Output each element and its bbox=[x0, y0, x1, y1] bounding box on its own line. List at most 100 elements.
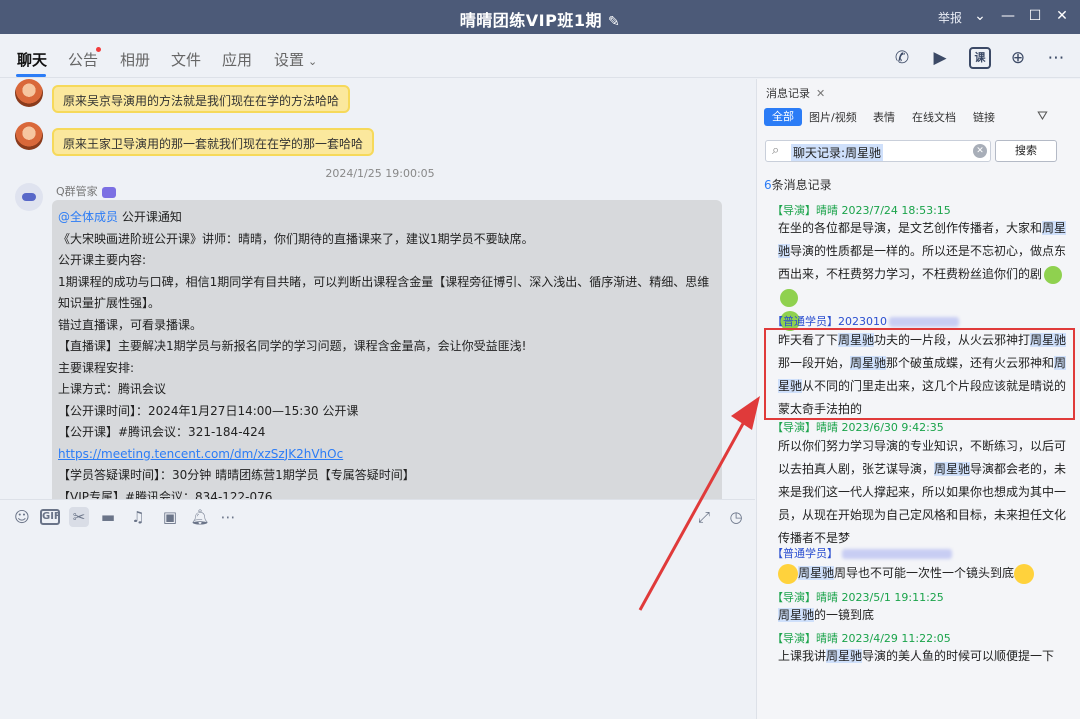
notice-line: 【直播课】主要解决1期学员与新报名同学的学习问题，课程含金量高，会让你受益匪浅! bbox=[58, 339, 527, 353]
notice-line: 1期课程的成功与口碑，相信1期同学有目共睹，可以判断出课程含金量【课程旁征博引、… bbox=[58, 274, 710, 311]
search-query: 聊天记录:周星驰 bbox=[791, 144, 884, 161]
chat-messages[interactable]: 原来吴京导演用的方法就是我们现在在学的方法哈哈 原来王家卫导演用的那一套就我们现… bbox=[0, 79, 755, 499]
notice-line: 【学员答疑课时间】：30分钟 晴晴团练营1期学员【专属答疑时间】 bbox=[58, 468, 415, 482]
filter-media[interactable]: 图片/视频 bbox=[809, 109, 857, 125]
tab-settings[interactable]: 设置 ⌄ bbox=[274, 49, 317, 70]
message-timestamp: 2024/1/25 19:00:05 bbox=[325, 167, 435, 180]
record-text[interactable]: 上课我讲周星驰导演的美人鱼的时候可以顺便提一下 bbox=[778, 645, 1074, 668]
keyword-highlight: 周星驰 bbox=[798, 566, 835, 580]
record-header: 【普通学员】 bbox=[772, 545, 952, 561]
expand-icon[interactable]: ⤢ bbox=[694, 507, 714, 527]
sticker-icon bbox=[1044, 265, 1063, 284]
keyword-highlight: 周星驰 bbox=[778, 608, 815, 622]
filter-docs[interactable]: 在线文档 bbox=[912, 109, 956, 125]
tab-bar: 聊天 公告 相册 文件 应用 设置 ⌄ ✆ ▶ 课 ⊕ ⋯ bbox=[0, 34, 1080, 78]
image-icon[interactable]: ▣ bbox=[160, 507, 180, 527]
sender-label: Q群管家 bbox=[56, 185, 98, 198]
folder-icon[interactable]: ▬ bbox=[98, 507, 118, 527]
gif-icon[interactable]: GIF bbox=[40, 509, 61, 525]
minimize-icon[interactable]: — bbox=[998, 6, 1018, 26]
input-toolbar: ☺ GIF ✂ ▬ ♫ ▣ 🔔︎ ⋯ ⤢ ◷ bbox=[0, 499, 755, 533]
history-clock-icon[interactable]: ◷ bbox=[726, 507, 746, 527]
meeting-link[interactable]: https://meeting.tencent.com/dm/xzSzJK2hV… bbox=[58, 447, 343, 461]
mention-all[interactable]: @全体成员 bbox=[58, 210, 118, 224]
close-icon[interactable]: ✕ bbox=[816, 87, 825, 100]
more-tools-icon[interactable]: ⋯ bbox=[218, 507, 238, 527]
tab-files[interactable]: 文件 bbox=[171, 49, 201, 70]
result-count-number: 6 bbox=[764, 178, 772, 192]
report-button[interactable]: 举报 bbox=[938, 9, 962, 26]
avatar[interactable] bbox=[15, 79, 43, 107]
tab-apps[interactable]: 应用 bbox=[222, 49, 252, 70]
notice-line: 错过直播课，可看录播课。 bbox=[58, 317, 203, 332]
history-tab-label: 消息记录 bbox=[766, 87, 810, 100]
record-text[interactable]: 周星驰的一镜到底 bbox=[778, 604, 1074, 627]
bot-avatar[interactable] bbox=[15, 183, 43, 211]
notice-line: 公开课主要内容: bbox=[58, 253, 147, 267]
add-icon[interactable]: ⊕ bbox=[1007, 47, 1029, 69]
music-icon[interactable]: ♫ bbox=[128, 507, 148, 527]
record-header: 【普通学员】2023010 bbox=[772, 313, 959, 329]
scissors-icon[interactable]: ✂ bbox=[69, 507, 89, 527]
video-call-icon[interactable]: ▶ bbox=[929, 47, 951, 69]
keyword-highlight: 周星驰 bbox=[934, 462, 971, 476]
more-icon[interactable]: ⋯ bbox=[1045, 47, 1067, 69]
bot-badge-icon bbox=[101, 186, 116, 198]
result-count-text: 条消息记录 bbox=[771, 178, 832, 192]
phone-call-icon[interactable]: ✆ bbox=[891, 47, 913, 69]
result-count: 6条消息记录 bbox=[764, 176, 832, 193]
record-text-segment: 上课我讲 bbox=[778, 649, 827, 663]
sticker-icon bbox=[778, 563, 798, 584]
filter-links[interactable]: 链接 bbox=[973, 109, 995, 125]
message-bubble[interactable]: 原来吴京导演用的方法就是我们现在在学的方法哈哈 bbox=[52, 85, 351, 113]
record-header: 【导演】晴晴 2023/7/24 18:53:15 bbox=[772, 204, 951, 217]
notice-line: 主要课程安排: bbox=[58, 360, 135, 375]
message-bubble[interactable]: 原来王家卫导演用的那一套就我们现在在学的那一套哈哈 bbox=[52, 128, 375, 156]
lesson-button[interactable]: 课 bbox=[969, 47, 991, 69]
message-input[interactable] bbox=[0, 533, 755, 719]
window-title: 晴晴团练VIP班1期 ✎ bbox=[0, 7, 1080, 31]
record-header-text: 【普通学员】2023010 bbox=[772, 315, 887, 328]
close-icon[interactable]: ✕ bbox=[1052, 6, 1072, 26]
clear-icon[interactable]: ✕ bbox=[973, 144, 987, 158]
record-header-text: 【普通学员】 bbox=[772, 547, 838, 560]
tab-chat[interactable]: 聊天 bbox=[17, 49, 47, 70]
keyword-highlight: 周星驰 bbox=[826, 649, 863, 663]
redacted-name bbox=[842, 549, 952, 559]
record-header: 【导演】晴晴 2023/4/29 11:22:05 bbox=[772, 632, 951, 645]
annotation-box bbox=[764, 328, 1075, 420]
bell-icon[interactable]: 🔔︎ bbox=[190, 507, 210, 527]
record-header: 【导演】晴晴 2023/5/1 19:11:25 bbox=[772, 591, 944, 604]
record-text-segment: 周导也不可能一次性一个镜头到底 bbox=[834, 566, 1015, 580]
search-icon: ⌕ bbox=[772, 143, 780, 158]
notice-line: 【公开课】#腾讯会议：321-184-424 bbox=[58, 425, 266, 439]
unread-dot bbox=[96, 47, 101, 52]
record-text[interactable]: 所以你们努力学习导演的专业知识，不断练习，以后可以去拍真人剧，张艺谋导演，周星驰… bbox=[778, 435, 1074, 550]
announcement-message[interactable]: @全体成员 公开课通知 《大宋映画进阶班公开课》讲师：晴晴，你们期待的直播课来了… bbox=[52, 200, 722, 499]
history-tab[interactable]: 消息记录 ✕ bbox=[766, 85, 825, 101]
active-tab-indicator bbox=[16, 74, 46, 77]
record-text-segment: 在坐的各位都是导演，是文艺创作传播者，大家和 bbox=[778, 221, 1043, 235]
tab-album[interactable]: 相册 bbox=[120, 49, 150, 70]
filter-all[interactable]: 全部 bbox=[764, 108, 802, 126]
edit-name-icon[interactable]: ✎ bbox=[608, 14, 620, 30]
notice-line: 【公开课时间】：2024年1月27日14:00—15:30 公开课 bbox=[58, 403, 359, 418]
group-name: 晴晴团练VIP班1期 bbox=[459, 11, 602, 30]
notice-line: 《大宋映画进阶班公开课》讲师：晴晴，你们期待的直播课来了，建议1期学员不要缺席。 bbox=[58, 231, 534, 246]
notice-line: 上课方式：腾讯会议 bbox=[58, 382, 167, 396]
emoji-icon[interactable]: ☺ bbox=[12, 507, 32, 527]
notice-title-line: @全体成员 公开课通知 bbox=[58, 207, 716, 229]
avatar[interactable] bbox=[15, 122, 43, 150]
filter-stickers[interactable]: 表情 bbox=[873, 109, 895, 125]
filter-funnel-icon[interactable]: ⛛ bbox=[1037, 109, 1048, 124]
dropdown-icon[interactable]: ⌄ bbox=[970, 6, 990, 26]
history-search-input[interactable]: ⌕ 聊天记录:周星驰 ✕ bbox=[765, 140, 991, 162]
record-text[interactable]: 周星驰周导也不可能一次性一个镜头到底 bbox=[778, 562, 1074, 585]
record-text-segment: 的一镜到底 bbox=[814, 608, 875, 622]
chevron-down-icon: ⌄ bbox=[308, 55, 318, 68]
record-text-segment: 导演的性质都是一样的。所以还是不忘初心，做点东西出来，不枉费努力学习，不枉费粉丝… bbox=[778, 244, 1067, 281]
maximize-icon[interactable]: ☐ bbox=[1025, 6, 1045, 26]
sender-name: Q群管家 bbox=[56, 183, 116, 199]
search-button[interactable]: 搜索 bbox=[995, 140, 1057, 162]
tab-announcement[interactable]: 公告 bbox=[68, 49, 98, 70]
